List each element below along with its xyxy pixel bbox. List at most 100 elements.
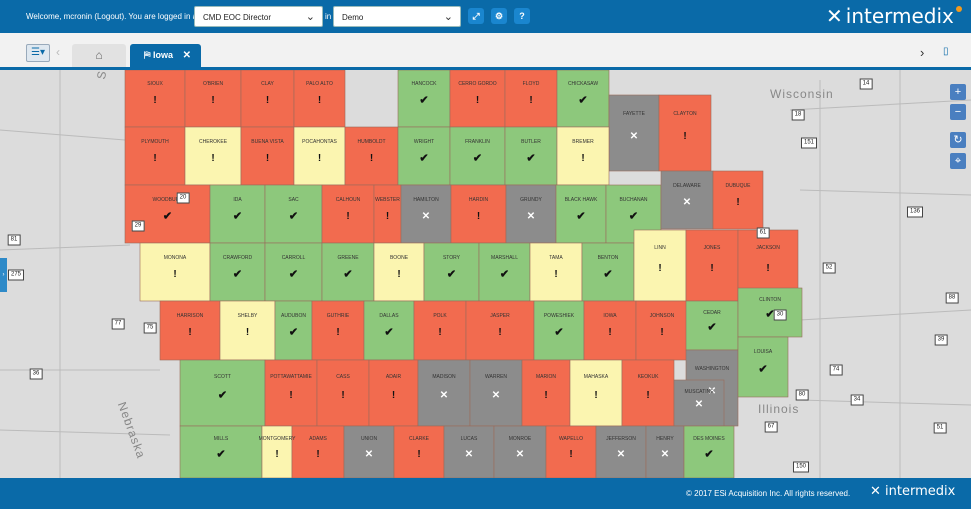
- check-icon[interactable]: ✔: [216, 449, 225, 460]
- zoom-out-button[interactable]: −: [950, 104, 966, 120]
- check-icon[interactable]: ✔: [526, 153, 535, 164]
- check-icon[interactable]: ✔: [576, 211, 585, 222]
- alert-icon[interactable]: !: [346, 211, 349, 222]
- alert-icon[interactable]: !: [318, 153, 321, 164]
- alert-icon[interactable]: !: [660, 328, 663, 338]
- alert-icon[interactable]: !: [188, 328, 191, 338]
- alert-icon[interactable]: !: [569, 449, 572, 460]
- check-icon[interactable]: ✔: [343, 269, 352, 280]
- alert-icon[interactable]: !: [658, 264, 661, 274]
- alert-icon[interactable]: !: [266, 96, 269, 106]
- context-select[interactable]: Demo ⌄: [333, 6, 461, 27]
- check-icon[interactable]: ✔: [289, 211, 298, 222]
- check-icon[interactable]: ✔: [447, 269, 456, 280]
- check-icon[interactable]: ✔: [629, 211, 638, 222]
- check-icon[interactable]: ✔: [758, 364, 767, 376]
- refresh-icon[interactable]: ↻: [950, 132, 966, 148]
- alert-icon[interactable]: !: [370, 153, 373, 164]
- county-label: WRIGHT: [413, 138, 435, 145]
- cross-icon[interactable]: ✕: [661, 449, 669, 460]
- cross-icon[interactable]: ✕: [617, 449, 625, 460]
- check-icon[interactable]: ✔: [704, 449, 713, 460]
- check-icon[interactable]: ✔: [289, 269, 298, 280]
- alert-icon[interactable]: !: [766, 264, 769, 274]
- check-icon[interactable]: ✔: [603, 269, 612, 280]
- cross-icon[interactable]: ✕: [695, 400, 703, 410]
- check-icon[interactable]: ✔: [419, 95, 428, 107]
- alert-icon[interactable]: !: [318, 96, 321, 106]
- alert-icon[interactable]: !: [392, 391, 395, 401]
- alert-icon[interactable]: !: [594, 391, 597, 401]
- alert-icon[interactable]: !: [336, 328, 339, 338]
- cross-icon[interactable]: ✕: [683, 197, 691, 208]
- check-icon[interactable]: ✔: [233, 269, 242, 280]
- cross-icon[interactable]: ✕: [630, 131, 638, 142]
- menu-icon[interactable]: ☰▾: [26, 44, 50, 62]
- alert-icon[interactable]: !: [710, 264, 713, 274]
- highway-shield: 88: [945, 292, 959, 304]
- close-icon[interactable]: ✕: [183, 44, 191, 67]
- chevron-right-icon[interactable]: ›: [920, 45, 924, 60]
- trash-icon[interactable]: ▯: [943, 46, 949, 57]
- alert-icon[interactable]: !: [498, 328, 501, 338]
- check-icon[interactable]: ✔: [578, 95, 587, 107]
- check-icon[interactable]: ✔: [163, 211, 172, 222]
- locate-icon[interactable]: ⌖: [950, 153, 966, 169]
- side-panel-handle[interactable]: ›: [0, 258, 7, 292]
- map-canvas[interactable]: Wisconsin Illinois Nebraska S. Da SIOUX!…: [0, 70, 971, 478]
- highway-shield: 20: [176, 192, 190, 204]
- cross-icon[interactable]: ✕: [365, 449, 373, 460]
- cross-icon[interactable]: ✕: [465, 449, 473, 460]
- alert-icon[interactable]: !: [211, 96, 214, 106]
- alert-icon[interactable]: !: [275, 449, 278, 460]
- home-tab[interactable]: ⌂: [72, 44, 126, 67]
- cross-icon[interactable]: ✕: [440, 391, 448, 401]
- alert-icon[interactable]: !: [153, 96, 156, 106]
- check-icon[interactable]: ✔: [554, 327, 563, 339]
- alert-icon[interactable]: !: [211, 153, 214, 164]
- alert-icon[interactable]: !: [153, 153, 156, 164]
- check-icon[interactable]: ✔: [419, 153, 428, 164]
- check-icon[interactable]: ✔: [289, 327, 298, 339]
- zoom-in-button[interactable]: +: [950, 84, 966, 100]
- check-icon[interactable]: ✔: [218, 390, 227, 402]
- alert-icon[interactable]: !: [397, 269, 400, 280]
- help-icon[interactable]: ?: [514, 8, 530, 24]
- alert-icon[interactable]: !: [477, 211, 480, 222]
- check-icon[interactable]: ✔: [707, 322, 716, 333]
- county-label: WASHINGTON: [694, 366, 730, 372]
- alert-icon[interactable]: !: [417, 449, 420, 460]
- cross-icon[interactable]: ✕: [492, 391, 500, 401]
- check-icon[interactable]: ✔: [473, 153, 482, 164]
- alert-icon[interactable]: !: [581, 153, 584, 164]
- alert-icon[interactable]: !: [529, 96, 532, 106]
- check-icon[interactable]: ✔: [384, 327, 393, 339]
- alert-icon[interactable]: !: [438, 328, 441, 338]
- expand-icon[interactable]: ⤢: [468, 8, 484, 24]
- check-icon[interactable]: ✔: [500, 269, 509, 280]
- alert-icon[interactable]: !: [289, 391, 292, 401]
- alert-icon[interactable]: !: [173, 269, 176, 280]
- role-select[interactable]: CMD EOC Director ⌄: [194, 6, 323, 27]
- chevron-left-icon[interactable]: ‹: [56, 45, 60, 59]
- alert-icon[interactable]: !: [246, 328, 249, 338]
- cross-icon[interactable]: ✕: [527, 211, 535, 222]
- alert-icon[interactable]: !: [554, 269, 557, 280]
- gear-icon[interactable]: ⚙: [491, 8, 507, 24]
- cross-icon[interactable]: ✕: [422, 211, 430, 222]
- alert-icon[interactable]: !: [646, 391, 649, 401]
- logout-link[interactable]: Logout: [97, 12, 121, 21]
- alert-icon[interactable]: !: [544, 391, 547, 401]
- cross-icon[interactable]: ✕: [516, 449, 524, 460]
- alert-icon[interactable]: !: [386, 211, 389, 222]
- alert-icon[interactable]: !: [266, 153, 269, 164]
- alert-icon[interactable]: !: [683, 131, 686, 142]
- alert-icon[interactable]: !: [736, 197, 739, 208]
- alert-icon[interactable]: !: [341, 391, 344, 401]
- check-icon[interactable]: ✔: [233, 211, 242, 222]
- alert-icon[interactable]: !: [608, 328, 611, 338]
- alert-icon[interactable]: !: [476, 96, 479, 106]
- alert-icon[interactable]: !: [316, 449, 319, 460]
- tab-iowa[interactable]: ⛿ Iowa ✕: [130, 44, 201, 67]
- county-label: CERRO GORDO: [458, 81, 497, 88]
